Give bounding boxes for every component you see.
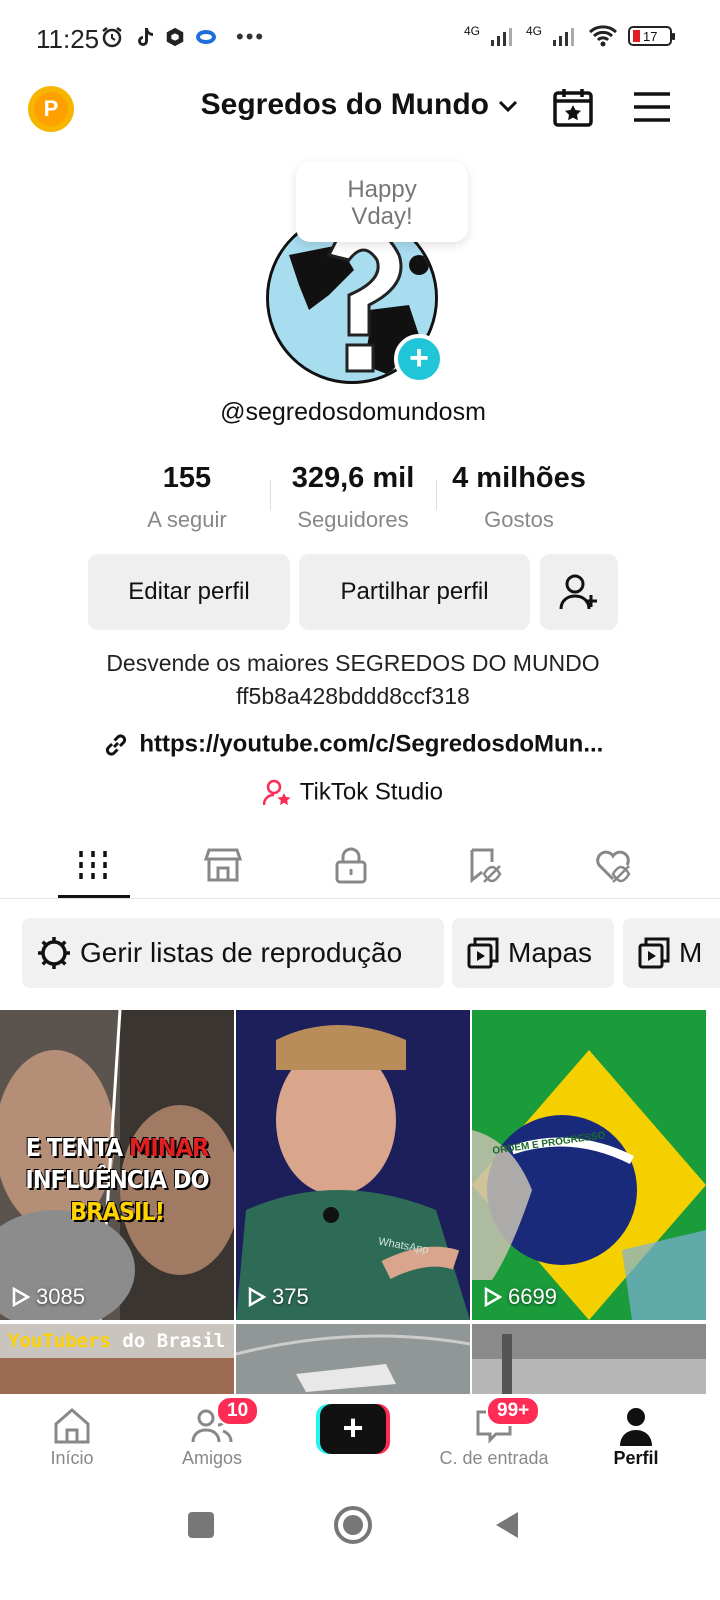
view-count: 3085	[12, 1284, 85, 1310]
app-hexagon-icon	[166, 27, 184, 47]
signal-icon	[490, 28, 512, 46]
back-button[interactable]	[494, 1510, 520, 1540]
battery-icon: 17	[628, 26, 675, 46]
bio-line-2: ff5b8a428bddd8ccf318	[236, 683, 470, 709]
tab-shop[interactable]	[178, 840, 268, 890]
likes-count: 4 milhões	[452, 462, 586, 494]
signal-icon-2	[553, 28, 574, 46]
video-caption: YouTubers do Brasil	[8, 1330, 226, 1352]
liked-hidden-icon	[596, 850, 631, 883]
battery-level: 17	[643, 28, 658, 44]
playlist-icon	[467, 937, 499, 969]
link-icon	[105, 734, 126, 756]
nav-friends[interactable]: 10 Amigos	[142, 1396, 282, 1469]
inbox-badge: 99+	[486, 1396, 541, 1426]
network-label-1: 4G	[463, 24, 480, 38]
add-friend-button[interactable]	[540, 554, 618, 630]
profile-handle: @segredosdomundosm	[220, 398, 486, 426]
status-time: 11:25	[36, 24, 100, 54]
following-count: 155	[162, 462, 212, 494]
menu-icon[interactable]	[632, 90, 672, 124]
videos-grid-icon	[79, 851, 107, 879]
tab-liked[interactable]	[568, 840, 658, 890]
stat-following[interactable]: 155 A seguir	[102, 462, 272, 533]
video-thumbnail[interactable]	[472, 1324, 706, 1394]
tab-divider	[0, 898, 720, 899]
repost-hidden-icon	[470, 848, 502, 884]
chevron-down-icon	[499, 101, 518, 113]
nav-profile-label: Perfil	[613, 1448, 659, 1468]
manage-playlists-label: Gerir listas de reprodução	[80, 937, 403, 968]
profile-link-text: https://youtube.com/c/SegredosdoMun...	[139, 730, 604, 758]
video-caption: E TENTA MINAR INFLUÊNCIA DO BRASIL!	[25, 1133, 209, 1226]
network-label-2: 4G	[525, 24, 542, 38]
play-icon	[12, 1287, 30, 1307]
followers-label: Seguidores	[297, 507, 409, 532]
playlist-chip-label: Mapas	[508, 937, 593, 968]
stat-followers[interactable]: 329,6 mil Seguidores	[268, 462, 438, 533]
more-notifications-icon: •••	[236, 24, 266, 49]
following-label: A seguir	[147, 507, 227, 532]
tiktok-studio-label: TikTok Studio	[299, 778, 443, 806]
nav-home-label: Início	[50, 1448, 94, 1468]
bio-line-1: Desvende os maiores SEGREDOS DO MUNDO	[106, 650, 600, 676]
edit-profile-button[interactable]: Editar perfil	[88, 554, 290, 630]
recent-apps-button[interactable]	[188, 1512, 214, 1538]
home-button[interactable]	[334, 1506, 372, 1544]
gear-icon	[38, 937, 70, 969]
view-count: 6699	[484, 1284, 557, 1310]
avatar-tooltip: Happy Vday!	[296, 162, 468, 242]
lock-icon	[335, 847, 367, 884]
playlist-chip-more[interactable]: M	[623, 918, 720, 988]
profile-icon	[620, 1408, 652, 1446]
playlist-chip-maps[interactable]: Mapas	[452, 918, 614, 988]
video-thumbnail[interactable]: E TENTA MINAR INFLUÊNCIA DO BRASIL! 3085	[0, 1010, 234, 1320]
alarm-icon	[102, 27, 122, 48]
tab-private[interactable]	[306, 840, 396, 890]
cloud-app-icon	[196, 30, 216, 44]
play-icon	[248, 1287, 266, 1307]
nav-profile[interactable]: Perfil	[566, 1404, 706, 1469]
home-icon	[54, 1408, 90, 1444]
view-count: 375	[248, 1284, 309, 1310]
status-notification-icons: •••	[100, 24, 265, 50]
add-avatar-button[interactable]: +	[394, 334, 444, 384]
tab-videos[interactable]	[48, 840, 138, 890]
video-3-image	[472, 1010, 706, 1320]
nav-inbox[interactable]: 99+ C. de entrada	[424, 1396, 564, 1469]
shop-icon	[204, 848, 242, 882]
account-switcher[interactable]: Segredos do Mundo	[0, 88, 720, 122]
video-thumbnail[interactable]: YouTubers do Brasil	[0, 1324, 234, 1394]
share-profile-button[interactable]: Partilhar perfil	[299, 554, 530, 630]
friends-badge: 10	[216, 1396, 260, 1426]
status-right-icons: 4G 4G 17	[463, 24, 675, 48]
nav-inbox-label: C. de entrada	[439, 1448, 549, 1468]
tiktok-icon	[138, 28, 153, 46]
video-thumbnail[interactable]: WhatsApp 375	[236, 1010, 470, 1320]
video-thumbnail[interactable]	[236, 1324, 470, 1394]
add-user-icon	[559, 574, 597, 610]
nav-friends-label: Amigos	[181, 1448, 243, 1468]
creator-star-icon	[262, 779, 291, 805]
manage-playlists-chip[interactable]: Gerir listas de reprodução	[22, 918, 444, 988]
nav-home[interactable]: Início	[2, 1404, 142, 1469]
tiktok-studio-link[interactable]: TikTok Studio	[0, 778, 706, 807]
tooltip-text: Happy Vday!	[347, 176, 417, 230]
video-2-image	[236, 1010, 470, 1320]
create-plus-icon: +	[320, 1404, 386, 1454]
play-icon	[484, 1287, 502, 1307]
followers-count: 329,6 mil	[291, 462, 415, 494]
likes-label: Gostos	[484, 507, 554, 532]
playlist-chip-label: M	[679, 937, 703, 968]
page-title: Segredos do Mundo	[200, 88, 489, 121]
calendar-star-icon[interactable]	[552, 86, 594, 128]
video-thumbnail[interactable]: ORDEM E PROGRESSO 6699	[472, 1010, 706, 1320]
playlist-icon	[638, 937, 670, 969]
wifi-icon	[588, 25, 618, 47]
stat-likes[interactable]: 4 milhões Gostos	[434, 462, 604, 533]
tab-reposts[interactable]	[440, 840, 530, 890]
profile-link[interactable]: https://youtube.com/c/SegredosdoMun...	[0, 730, 706, 759]
create-button[interactable]: +	[316, 1404, 390, 1454]
